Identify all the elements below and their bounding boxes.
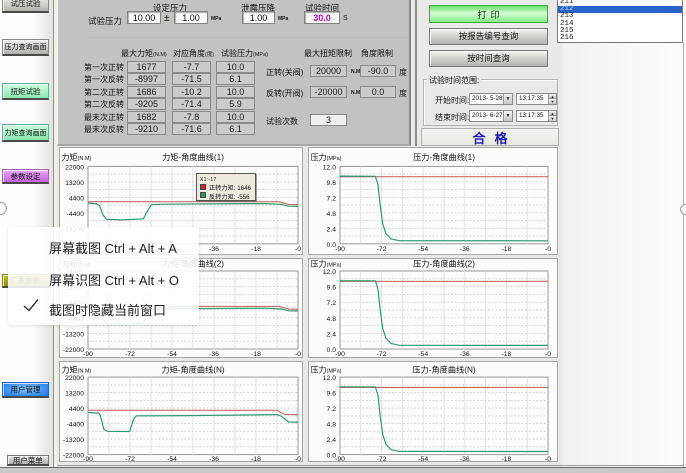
svg-text:-0: -0 [294,456,300,461]
svg-text:-0: -0 [544,246,550,253]
svg-text:-90: -90 [83,456,93,461]
svg-text:4.8: 4.8 [326,211,336,218]
svg-text:-54: -54 [167,456,177,461]
svg-text:2.4: 2.4 [326,226,336,233]
svg-text:-72: -72 [125,456,135,461]
svg-text:力矩(N.M): 力矩(N.M) [61,364,91,374]
svg-text:-22000: -22000 [62,452,83,459]
svg-text:12.0: 12.0 [322,375,335,382]
svg-text:-72: -72 [376,456,386,461]
svg-text:7.2: 7.2 [326,195,336,202]
svg-text:-4400: -4400 [66,421,84,428]
svg-text:力矩-角度曲线(N): 力矩-角度曲线(N) [161,364,224,374]
svg-text:压力(MPa): 压力(MPa) [310,259,341,269]
svg-text:-18: -18 [501,456,511,461]
svg-text:-72: -72 [376,246,386,253]
svg-text:-13200: -13200 [62,331,83,338]
svg-text:4.8: 4.8 [326,421,336,428]
svg-text:9.6: 9.6 [326,390,336,397]
svg-text:-36: -36 [459,456,469,461]
svg-text:力矩(N.M): 力矩(N.M) [61,152,91,162]
svg-text:-36: -36 [209,351,219,357]
svg-text:-36: -36 [459,246,469,253]
svg-text:12.0: 12.0 [322,164,335,171]
svg-text:4.8: 4.8 [326,315,336,322]
svg-text:9.6: 9.6 [326,180,336,187]
svg-text:压力-角度曲线(2): 压力-角度曲线(2) [413,259,475,269]
svg-text:22000: 22000 [65,375,84,382]
svg-text:-22000: -22000 [62,347,83,354]
svg-text:-54: -54 [167,351,177,357]
svg-text:压力(MPa): 压力(MPa) [310,364,341,374]
svg-text:-13200: -13200 [62,437,83,444]
svg-text:-72: -72 [376,351,386,357]
svg-text:力矩-角度曲线(1): 力矩-角度曲线(1) [162,152,224,162]
svg-text:12.0: 12.0 [322,269,335,276]
svg-text:-0: -0 [294,246,300,253]
svg-text:-90: -90 [83,351,93,357]
svg-text:2.4: 2.4 [326,331,336,338]
svg-text:-4400: -4400 [66,211,84,218]
svg-text:-54: -54 [418,456,428,461]
svg-text:-0: -0 [544,456,550,461]
svg-text:4400: 4400 [68,406,83,413]
svg-text:-90: -90 [335,246,345,253]
svg-text:-36: -36 [209,456,219,461]
svg-text:7.2: 7.2 [326,300,336,307]
svg-text:-18: -18 [251,456,261,461]
svg-text:-18: -18 [251,246,261,253]
svg-text:4400: 4400 [68,195,83,202]
svg-text:13200: 13200 [65,390,84,397]
svg-text:压力(MPa): 压力(MPa) [310,152,341,162]
svg-text:-36: -36 [209,246,219,253]
svg-text:-54: -54 [418,246,428,253]
svg-text:-18: -18 [251,351,261,357]
svg-text:-0: -0 [294,351,300,357]
svg-text:-36: -36 [459,351,469,357]
svg-text:9.6: 9.6 [326,284,336,291]
svg-text:-72: -72 [125,351,135,357]
svg-text:-18: -18 [501,351,511,357]
svg-text:-54: -54 [418,351,428,357]
svg-text:-18: -18 [501,246,511,253]
svg-text:22000: 22000 [65,164,84,171]
svg-text:-90: -90 [335,351,345,357]
svg-text:压力-角度曲线(1): 压力-角度曲线(1) [413,152,475,162]
svg-text:压力-角度曲线(N): 压力-角度曲线(N) [412,364,475,374]
svg-text:-0: -0 [544,351,550,357]
svg-text:7.2: 7.2 [326,406,336,413]
svg-text:2.4: 2.4 [326,437,336,444]
svg-text:-90: -90 [335,456,345,461]
svg-text:13200: 13200 [65,180,84,187]
